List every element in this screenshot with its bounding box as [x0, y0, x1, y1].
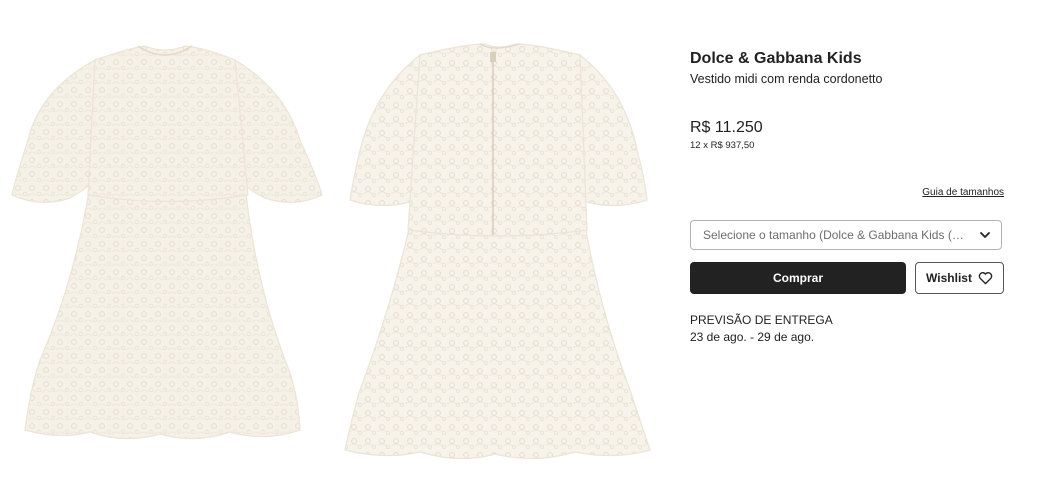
brand-name[interactable]: Dolce & Gabbana Kids	[690, 50, 862, 68]
installment-price: 12 x R$ 937,50	[690, 140, 755, 151]
dress-back-illustration	[344, 43, 651, 460]
buy-button[interactable]: Comprar	[690, 262, 906, 294]
product-price: R$ 11.250	[690, 119, 763, 136]
product-title: Vestido midi com renda cordonetto	[690, 72, 883, 86]
product-image-front[interactable]	[0, 30, 330, 470]
size-select[interactable]: Selecione o tamanho (Dolce & Gabbana Kid…	[690, 220, 1002, 250]
chevron-down-icon	[969, 229, 991, 241]
delivery-estimate-label: PREVISÃO DE ENTREGA	[690, 313, 833, 327]
wishlist-button[interactable]: Wishlist	[915, 262, 1004, 294]
size-select-placeholder: Selecione o tamanho (Dolce & Gabbana Kid…	[703, 228, 969, 242]
heart-icon	[978, 271, 993, 285]
wishlist-label: Wishlist	[926, 271, 972, 285]
dress-front-illustration	[11, 45, 323, 440]
size-guide-link[interactable]: Guia de tamanhos	[922, 187, 1004, 198]
delivery-estimate-dates: 23 de ago. - 29 de ago.	[690, 330, 815, 344]
product-image-back[interactable]	[335, 30, 665, 470]
product-gallery	[0, 0, 680, 477]
